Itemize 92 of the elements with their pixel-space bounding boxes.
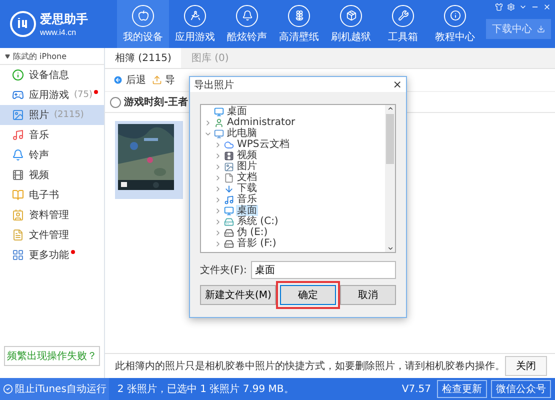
sidebar-item[interactable]: 更多功能 <box>0 245 104 265</box>
nav-tab[interactable]: 教程中心 <box>429 0 481 48</box>
folder-tree-item[interactable]: 视频 <box>236 150 258 161</box>
nav-tab[interactable]: 酷炫铃声 <box>221 0 273 48</box>
sidebar-item[interactable]: 视频 <box>0 165 104 185</box>
dialog-title: 导出照片 <box>194 78 234 92</box>
info-icon <box>12 69 24 81</box>
wrench-icon <box>392 4 414 26</box>
image-icon <box>12 109 24 121</box>
flower-icon <box>288 4 310 26</box>
drive-icon <box>224 238 234 248</box>
sidebar-item[interactable]: 电子书 <box>0 185 104 205</box>
download-icon <box>537 25 545 33</box>
folder-tree-item[interactable]: 桌面 <box>236 205 258 216</box>
sidebar-item[interactable]: 文件管理 <box>0 225 104 245</box>
app-title: 爱思助手 <box>40 11 88 28</box>
document-icon <box>12 229 24 241</box>
radio-button[interactable] <box>110 96 121 108</box>
folder-tree-item[interactable]: 系统 (C:) <box>236 216 280 227</box>
scroll-down-icon[interactable] <box>386 245 394 252</box>
folder-tree-item[interactable]: 音影 (F:) <box>236 238 278 249</box>
help-button[interactable]: 频繁出现操作失败？ <box>4 346 100 366</box>
check-circle-icon[interactable] <box>3 384 13 394</box>
tab[interactable]: 相簿 (2115) <box>105 48 182 68</box>
scrollbar-thumb[interactable] <box>386 114 394 164</box>
book-icon <box>12 189 24 201</box>
user-icon <box>214 118 224 128</box>
export-button[interactable]: 导 <box>152 73 175 87</box>
nav-tab[interactable]: 刷机越狱 <box>325 0 377 48</box>
dialog-button[interactable]: 新建文件夹(M) <box>200 285 276 305</box>
gamepad-icon <box>12 89 24 101</box>
drive-icon <box>224 228 234 238</box>
monitor-icon <box>214 106 224 116</box>
grid-icon <box>12 249 24 261</box>
document-icon <box>224 172 234 182</box>
device-name[interactable]: 陈武的 iPhone <box>13 50 67 62</box>
close-button[interactable]: × <box>392 78 402 91</box>
drive-icon <box>224 216 234 226</box>
logo-icon <box>10 11 36 37</box>
music-icon <box>224 194 234 204</box>
image-icon <box>224 162 234 172</box>
status-button[interactable]: 微信公众号 <box>491 380 551 398</box>
dialog-button[interactable]: 取消 <box>340 285 396 305</box>
monitor-icon <box>224 206 234 216</box>
cloud-icon <box>224 140 234 150</box>
sidebar-item[interactable]: 照片 (2115) <box>0 105 104 125</box>
folder-tree-item[interactable]: 伪 (E:) <box>236 227 269 238</box>
nav-tab[interactable]: 应用游戏 <box>169 0 221 48</box>
sidebar-item[interactable]: 资料管理 <box>0 205 104 225</box>
back-button[interactable]: 后退 <box>113 73 146 87</box>
website-url: www.i4.cn <box>40 28 78 37</box>
folder-tree-item[interactable]: 下载 <box>236 183 258 194</box>
download-arrow-icon <box>224 184 234 194</box>
album-title: 游戏时刻-王者 <box>124 96 188 109</box>
settings-icon[interactable] <box>507 3 515 11</box>
film-icon <box>224 150 234 160</box>
version-label: V7.57 <box>402 384 431 394</box>
sidebar-item[interactable]: 应用游戏 (75) <box>0 85 104 105</box>
box-icon <box>340 4 362 26</box>
folder-label: 文件夹(F): <box>200 264 247 277</box>
folder-tree-item[interactable]: 桌面 <box>226 106 248 117</box>
folder-tree-item[interactable]: Administrator <box>226 117 296 128</box>
apple-icon <box>132 4 154 26</box>
sidebar-item[interactable]: 音乐 <box>0 125 104 145</box>
sidebar-item[interactable]: 铃声 <box>0 145 104 165</box>
film-icon <box>12 169 24 181</box>
sidebar-item[interactable]: 设备信息 <box>0 65 104 85</box>
folder-tree-item[interactable]: 文档 <box>236 172 258 183</box>
folder-tree-item[interactable]: 图片 <box>236 161 258 172</box>
status-button[interactable]: 检查更新 <box>437 380 487 398</box>
nav-tab[interactable]: 高清壁纸 <box>273 0 325 48</box>
upload-icon <box>152 75 162 85</box>
folder-tree-item[interactable]: WPS云文档 <box>236 139 290 150</box>
contact-card-icon <box>12 209 24 221</box>
folder-tree-item[interactable]: 此电脑 <box>226 128 258 139</box>
notice-text: 此相簿内的照片只是相机胶卷中照片的快捷方式，如要删除照片，请到相机胶卷内操作。 <box>115 360 505 373</box>
compass-drawing-icon <box>184 4 206 26</box>
dropdown-caret-icon[interactable] <box>5 54 10 58</box>
folder-tree-item[interactable]: 音乐 <box>236 194 258 205</box>
bell-icon <box>236 4 258 26</box>
close-button[interactable]: 关闭 <box>505 356 547 376</box>
folder-input[interactable]: 桌面 <box>250 261 396 279</box>
scroll-up-icon[interactable] <box>386 105 394 112</box>
nav-tab[interactable]: 工具箱 <box>377 0 429 48</box>
nav-tab[interactable]: 我的设备 <box>117 0 169 48</box>
monitor-icon <box>214 128 224 138</box>
music-icon <box>12 129 24 141</box>
bell-icon <box>12 149 24 161</box>
status-text: 2 张照片，已选中 1 张照片 7.99 MB。 <box>116 382 294 396</box>
close-icon[interactable] <box>543 3 551 11</box>
info-icon <box>444 4 466 26</box>
photo-thumbnail[interactable] <box>115 121 183 199</box>
